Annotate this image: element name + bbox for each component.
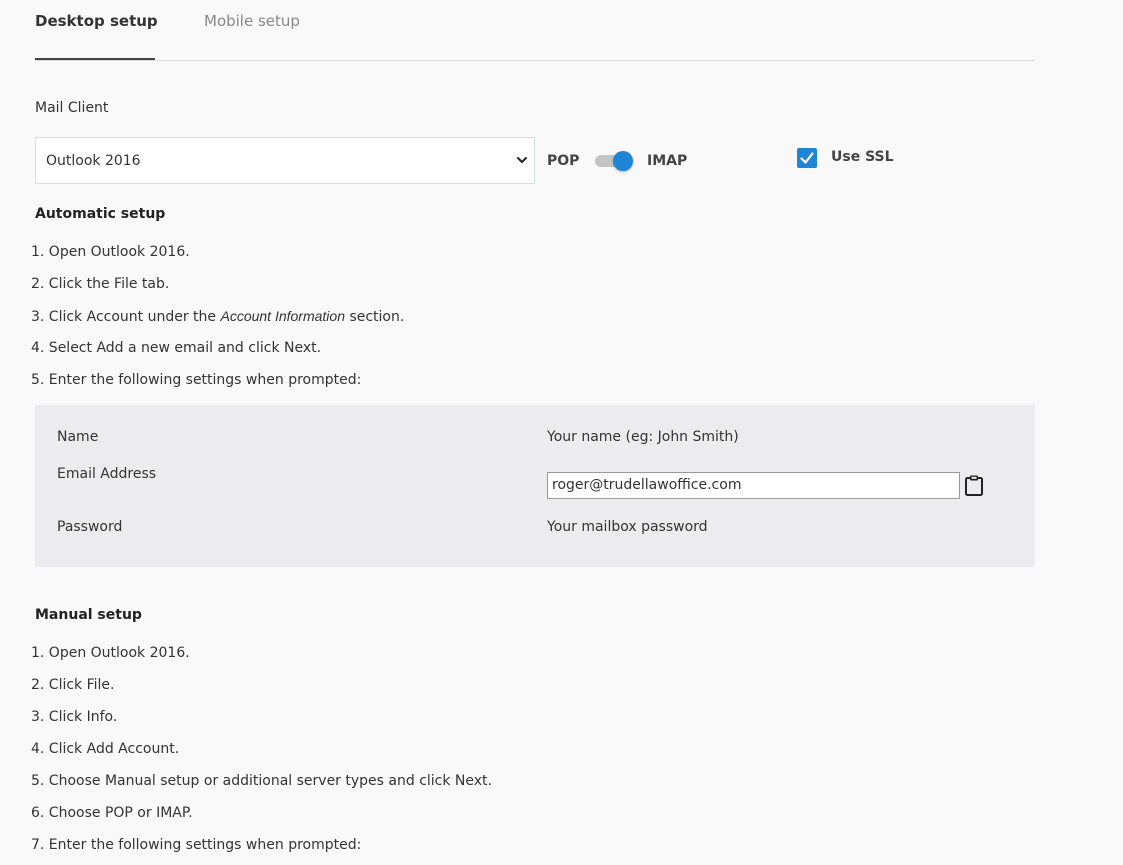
active-tab-indicator: [35, 58, 155, 60]
automatic-step-3-text: 3. Click Account under the: [31, 309, 221, 325]
account-information-emphasis: Account Information: [220, 308, 345, 324]
automatic-step-1: 1. Open Outlook 2016.: [31, 244, 190, 260]
settings-panel: Name Your name (eg: John Smith) Email Ad…: [35, 405, 1035, 567]
tab-mobile-setup[interactable]: Mobile setup: [204, 12, 300, 30]
automatic-setup-heading: Automatic setup: [35, 206, 166, 222]
clipboard-icon[interactable]: [963, 474, 985, 496]
chevron-down-icon: [517, 157, 527, 163]
name-value: Your name (eg: John Smith): [547, 429, 739, 445]
use-ssl-checkbox[interactable]: [797, 148, 817, 168]
email-address-label: Email Address: [57, 466, 157, 482]
mail-setup-page: Desktop setup Mobile setup Mail Client O…: [0, 0, 1123, 865]
automatic-step-2: 2. Click the File tab.: [31, 276, 170, 292]
manual-step-5: 5. Choose Manual setup or additional ser…: [31, 773, 492, 789]
manual-step-4: 4. Click Add Account.: [31, 741, 180, 757]
automatic-step-3-suffix: section.: [345, 309, 405, 325]
manual-step-6: 6. Choose POP or IMAP.: [31, 805, 193, 821]
email-address-field[interactable]: roger@trudellawoffice.com: [547, 472, 960, 499]
mail-client-label: Mail Client: [35, 100, 109, 116]
mail-client-selected-value: Outlook 2016: [46, 153, 141, 169]
pop-imap-toggle[interactable]: [595, 151, 635, 171]
manual-step-3: 3. Click Info.: [31, 709, 118, 725]
automatic-step-5: 5. Enter the following settings when pro…: [31, 372, 362, 388]
automatic-step-4: 4. Select Add a new email and click Next…: [31, 340, 322, 356]
manual-step-2: 2. Click File.: [31, 677, 115, 693]
setup-tabs: Desktop setup Mobile setup: [35, 0, 1035, 61]
name-label: Name: [57, 429, 99, 445]
imap-label: IMAP: [647, 153, 688, 169]
manual-step-1: 1. Open Outlook 2016.: [31, 645, 190, 661]
tab-desktop-setup[interactable]: Desktop setup: [35, 12, 158, 30]
password-label: Password: [57, 519, 123, 535]
pop-label: POP: [547, 153, 580, 169]
mail-client-select[interactable]: Outlook 2016: [35, 137, 535, 184]
automatic-step-3: 3. Click Account under the Account Infor…: [31, 308, 404, 325]
toggle-knob: [613, 151, 633, 171]
manual-setup-heading: Manual setup: [35, 607, 142, 623]
manual-step-7: 7. Enter the following settings when pro…: [31, 837, 362, 853]
use-ssl-label: Use SSL: [831, 149, 894, 165]
password-value: Your mailbox password: [547, 519, 708, 535]
check-icon: [800, 152, 814, 164]
